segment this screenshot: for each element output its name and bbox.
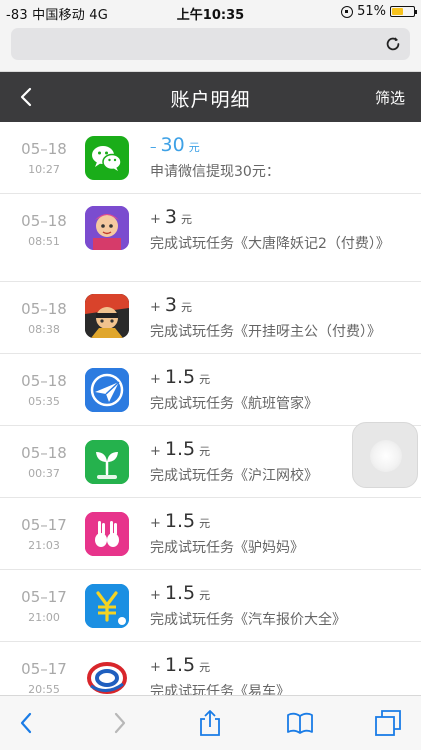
record-time: 21:00 — [28, 611, 60, 624]
amount-unit: 元 — [199, 445, 211, 458]
reload-icon[interactable] — [384, 35, 402, 53]
forward-icon[interactable] — [104, 708, 134, 738]
record-time: 20:55 — [28, 683, 60, 695]
record-date: 05–17 — [21, 588, 67, 606]
list-item[interactable]: 05–18 10:27 – 30 元 申请微信提现30元： — [0, 122, 421, 194]
amount-unit: 元 — [199, 661, 211, 674]
record-time: 08:38 — [28, 323, 60, 336]
record-date: 05–17 — [21, 660, 67, 678]
list-item[interactable]: 05–18 08:38 + 3 元 完成试玩任务《开挂呀主公（付费）》 — [0, 282, 421, 354]
record-amount: + 3 元 — [150, 206, 192, 228]
record-date: 05–18 — [21, 372, 67, 390]
record-time: 21:03 — [28, 539, 60, 552]
amount-sign: + — [150, 300, 161, 315]
amount-value: 3 — [164, 206, 177, 228]
amount-value: 30 — [160, 134, 185, 156]
amount-unit: 元 — [199, 589, 211, 602]
record-description: 完成试玩任务《易车》 — [150, 684, 290, 695]
record-date: 05–18 — [21, 444, 67, 462]
record-description: 完成试玩任务《航班管家》 — [150, 396, 318, 412]
back-icon[interactable] — [12, 708, 42, 738]
sprout-icon — [85, 440, 129, 484]
amount-value: 1.5 — [164, 438, 196, 460]
share-icon[interactable] — [195, 708, 225, 738]
amount-sign: + — [150, 372, 161, 387]
status-right: 51% — [341, 4, 417, 19]
page-title: 账户明细 — [170, 89, 251, 111]
list-item[interactable]: 05–18 08:51 + 3 元 完成试玩任务《大唐降妖记2（付费）》 — [0, 194, 421, 282]
record-amount: + 1.5 元 — [150, 582, 210, 604]
browser-toolbar — [0, 695, 421, 750]
amount-value: 1.5 — [164, 654, 196, 676]
amount-value: 1.5 — [164, 510, 196, 532]
record-description: 完成试玩任务《汽车报价大全》 — [150, 612, 346, 628]
amount-unit: 元 — [181, 213, 192, 226]
record-date: 05–18 — [21, 140, 67, 158]
list-item[interactable]: 05–18 05:35 + 1.5 元 完成试玩任务《航班管家》 — [0, 354, 421, 426]
amount-unit: 元 — [199, 373, 211, 386]
bookmarks-icon[interactable] — [285, 708, 315, 738]
filter-button[interactable]: 筛选 — [375, 87, 405, 108]
amount-sign: + — [150, 212, 161, 227]
assistive-touch-button[interactable] — [352, 422, 418, 488]
list-item[interactable]: 05–17 21:00 + 1.5 元 完成试玩任务《汽车报价大全》 — [0, 570, 421, 642]
battery-fill — [392, 8, 403, 15]
record-date: 05–18 — [21, 212, 67, 230]
status-bar: -83 中国移动 4G 上午10:35 51% — [0, 0, 421, 24]
record-description: 完成试玩任务《大唐降妖记2（付费）》 — [150, 236, 390, 252]
record-description: 申请微信提现30元： — [150, 164, 280, 180]
record-amount: – 30 元 — [150, 134, 200, 156]
list-item[interactable]: 05–17 20:55 + 1.5 元 完成试玩任务《易车》 — [0, 642, 421, 695]
amount-unit: 元 — [199, 517, 211, 530]
battery-percent: 51% — [357, 4, 386, 19]
nav-bar: 账户明细 筛选 — [0, 72, 421, 122]
yiche-logo-icon — [85, 656, 129, 695]
amount-value: 1.5 — [164, 582, 196, 604]
record-amount: + 1.5 元 — [150, 510, 210, 532]
amount-sign: + — [150, 588, 161, 603]
record-description: 完成试玩任务《开挂呀主公（付费）》 — [150, 324, 381, 340]
plane-icon — [85, 368, 129, 412]
record-date: 05–18 — [21, 300, 67, 318]
records-list[interactable]: 05–18 10:27 – 30 元 申请微信提现30元： 05–18 08:5… — [0, 122, 421, 695]
amount-unit: 元 — [181, 301, 192, 314]
browser-address-area — [0, 24, 421, 72]
amount-sign: – — [150, 140, 157, 155]
record-amount: + 3 元 — [150, 294, 192, 316]
address-bar[interactable] — [11, 28, 410, 60]
record-time: 10:27 — [28, 163, 60, 176]
orientation-lock-icon — [341, 5, 354, 18]
record-time: 05:35 — [28, 395, 60, 408]
list-item[interactable]: 05–17 21:03 + 1.5 元 完成试玩任务《驴妈妈》 — [0, 498, 421, 570]
record-amount: + 1.5 元 — [150, 366, 210, 388]
game-kaigua-icon — [85, 294, 129, 338]
amount-sign: + — [150, 516, 161, 531]
tabs-icon[interactable] — [373, 708, 403, 738]
record-time: 00:37 — [28, 467, 60, 480]
amount-value: 3 — [164, 294, 177, 316]
record-time: 08:51 — [28, 235, 60, 248]
record-amount: + 1.5 元 — [150, 654, 210, 676]
game-datang-icon — [85, 206, 129, 250]
amount-value: 1.5 — [164, 366, 196, 388]
amount-sign: + — [150, 660, 161, 675]
yuan-icon — [85, 584, 129, 628]
rabbit-icon — [85, 512, 129, 556]
record-description: 完成试玩任务《驴妈妈》 — [150, 540, 304, 556]
record-date: 05–17 — [21, 516, 67, 534]
record-amount: + 1.5 元 — [150, 438, 210, 460]
battery-icon — [390, 6, 417, 17]
amount-unit: 元 — [188, 141, 200, 154]
wechat-icon — [85, 136, 129, 180]
amount-sign: + — [150, 444, 161, 459]
